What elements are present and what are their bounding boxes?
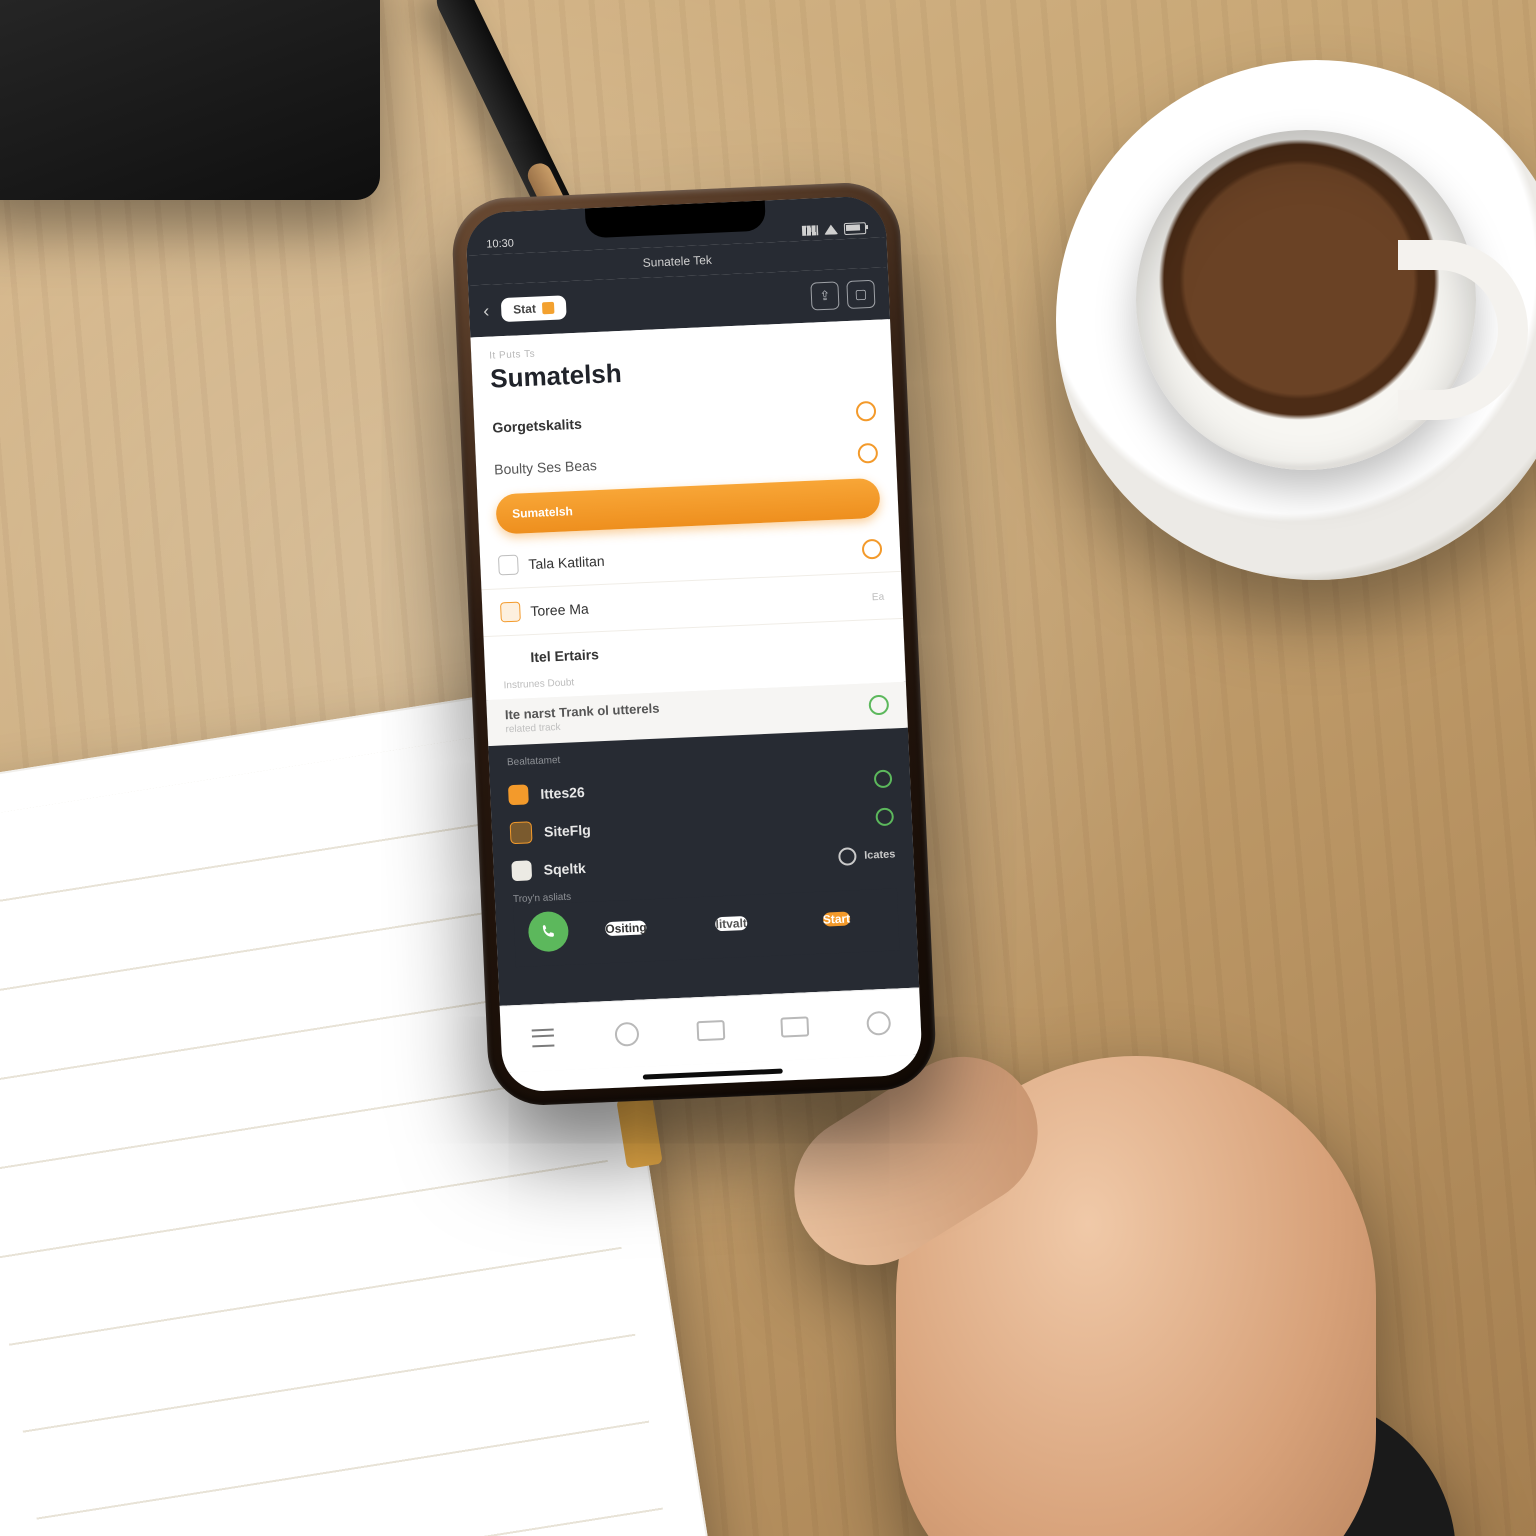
list-item-meta: Ea bbox=[872, 591, 885, 603]
square-outline-icon bbox=[510, 821, 533, 844]
main-content: It Puts Ts Sumatelsh Gorgetskalits Boult… bbox=[470, 319, 905, 700]
radio-icon[interactable] bbox=[838, 847, 857, 866]
list-item-label: Boulty Ses Beas bbox=[494, 457, 597, 477]
card-icon bbox=[780, 1016, 809, 1037]
list-item-label: SiteFlg bbox=[544, 822, 591, 840]
list-item-label: Sqeltk bbox=[543, 860, 586, 878]
notebook-text: its Iseg Fits al lisates bbox=[0, 1512, 71, 1536]
wifi-icon bbox=[824, 224, 838, 235]
right-chip-label: Icates bbox=[864, 848, 896, 861]
call-button[interactable] bbox=[528, 911, 570, 953]
card-icon bbox=[696, 1020, 725, 1041]
phone-frame: 10:30 Sunatele Tek ‹ Stat ⇪ bbox=[450, 181, 937, 1108]
call-label bbox=[548, 955, 551, 966]
list-item-label: Ittes26 bbox=[540, 784, 585, 802]
list-item-label: Itel Ertairs bbox=[530, 646, 599, 665]
desk-scene: its Iseg Fits al lisates 10:30 Sunatel bbox=[0, 0, 1536, 1536]
secondary-button-label: litvalt bbox=[715, 916, 747, 931]
phone-icon bbox=[540, 923, 557, 940]
nav-card-1[interactable] bbox=[689, 1015, 732, 1047]
primary-button-label: Ositing bbox=[605, 920, 647, 936]
radio-icon[interactable] bbox=[868, 695, 889, 716]
dark-section: Bealtatamet Ittes26 SiteFlg Sqeltk bbox=[488, 728, 919, 1006]
list-item-label: Tala Katlitan bbox=[528, 553, 605, 572]
secondary-sublabel bbox=[730, 934, 733, 945]
primary-button[interactable]: Ositing bbox=[605, 920, 647, 936]
nav-refresh[interactable] bbox=[605, 1018, 648, 1050]
tab-badge-icon bbox=[542, 302, 555, 315]
nav-card-2[interactable] bbox=[773, 1011, 816, 1043]
tab-label: Stat bbox=[513, 302, 536, 317]
checkbox-icon[interactable] bbox=[500, 602, 521, 623]
go-button[interactable]: Start bbox=[822, 911, 850, 926]
go-button-label: Start bbox=[822, 911, 850, 926]
phone-screen: 10:30 Sunatele Tek ‹ Stat ⇪ bbox=[465, 195, 923, 1092]
share-icon[interactable]: ⇪ bbox=[810, 281, 839, 310]
go-sublabel bbox=[835, 929, 838, 940]
radio-icon[interactable] bbox=[857, 443, 878, 464]
status-time: 10:30 bbox=[486, 237, 514, 250]
dark-object-corner bbox=[0, 0, 380, 200]
nav-menu[interactable] bbox=[521, 1022, 564, 1054]
list-item-label: Gorgetskalits bbox=[492, 416, 582, 436]
coffee-cup bbox=[1136, 130, 1476, 470]
radio-icon[interactable] bbox=[856, 401, 877, 422]
square-icon bbox=[511, 860, 532, 881]
radio-icon[interactable] bbox=[862, 539, 883, 560]
header-tab[interactable]: Stat bbox=[501, 295, 567, 322]
notebook-tab-orange bbox=[616, 1094, 663, 1169]
checkbox-icon[interactable] bbox=[498, 555, 519, 576]
battery-icon bbox=[844, 222, 867, 235]
circle-icon bbox=[866, 1011, 891, 1036]
refresh-icon bbox=[614, 1022, 639, 1047]
nav-circle[interactable] bbox=[857, 1007, 900, 1039]
primary-sublabel bbox=[625, 938, 628, 949]
list-item-label: Toree Ma bbox=[530, 601, 589, 620]
pill-label: Sumatelsh bbox=[512, 504, 573, 521]
signal-icon bbox=[802, 225, 818, 236]
back-button[interactable]: ‹ bbox=[483, 300, 490, 321]
menu-icon bbox=[532, 1028, 555, 1047]
secondary-button[interactable]: litvalt bbox=[715, 916, 747, 931]
radio-icon[interactable] bbox=[874, 769, 893, 788]
bookmark-icon[interactable]: ▢ bbox=[846, 280, 875, 309]
square-icon bbox=[508, 784, 529, 805]
radio-icon[interactable] bbox=[875, 807, 894, 826]
